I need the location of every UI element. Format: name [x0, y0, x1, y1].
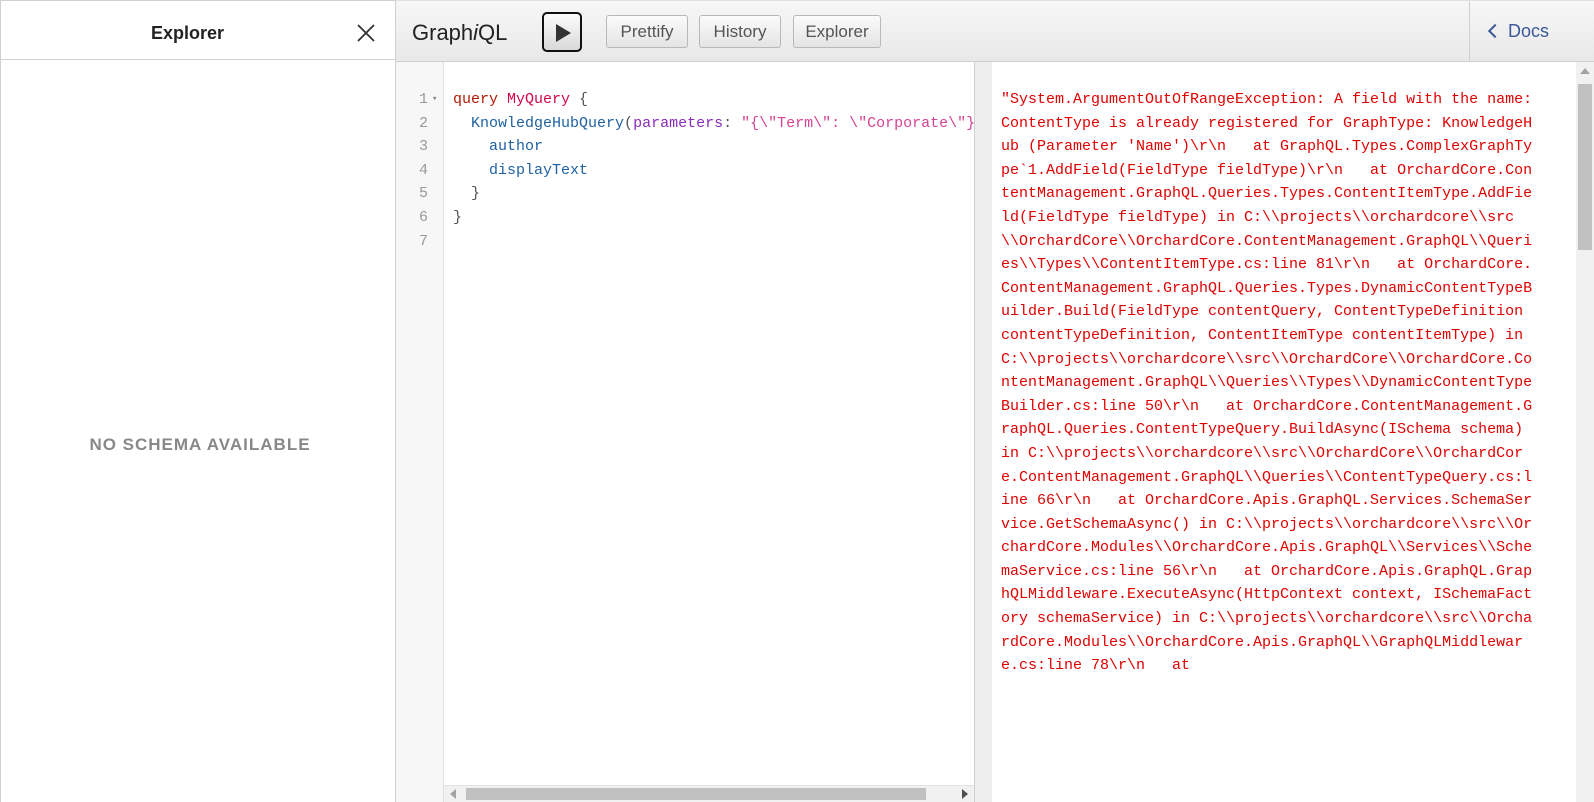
error-result-text: "System.ArgumentOutOfRangeException: A f…	[1001, 91, 1542, 675]
close-icon[interactable]	[356, 23, 378, 45]
chevron-left-icon	[1487, 23, 1503, 39]
query-editor[interactable]: 1 ▾ query MyQuery { 2 KnowledgeHubQuery(par…	[396, 62, 984, 802]
code-text: }	[453, 185, 481, 203]
line-number: 6	[418, 208, 428, 226]
line-number: 2	[418, 114, 428, 132]
line-number: 4	[418, 161, 428, 179]
graphiql-logo: GraphiQL	[412, 20, 508, 45]
explorer-button[interactable]: Explorer	[793, 15, 881, 48]
prettify-button[interactable]: Prettify	[606, 15, 688, 48]
scrollbar-thumb[interactable]	[1578, 84, 1592, 250]
code-text: query MyQuery {	[453, 91, 589, 108]
no-schema-message: NO SCHEMA AVAILABLE	[89, 435, 311, 454]
editor-result-divider[interactable]	[974, 62, 992, 802]
code-text: KnowledgeHubQuery(parameters: "{\"Term\"…	[471, 114, 985, 132]
code-text: displayText	[489, 161, 589, 179]
scrollbar-thumb[interactable]	[466, 788, 926, 800]
code-text: }	[453, 208, 463, 226]
editor-horizontal-scrollbar[interactable]	[444, 785, 974, 802]
graphiql-toolbar: GraphiQL Prettify History Explorer Docs	[396, 0, 1594, 62]
play-icon	[556, 24, 571, 42]
scroll-left-icon[interactable]	[450, 789, 456, 799]
result-pane: "System.ArgumentOutOfRangeException: A f…	[992, 62, 1594, 802]
line-number: 1	[418, 91, 428, 108]
explorer-header: Explorer	[1, 0, 395, 60]
result-vertical-scrollbar[interactable]	[1576, 62, 1594, 802]
code-text: author	[489, 138, 544, 156]
scroll-up-icon[interactable]	[1580, 68, 1590, 74]
line-number: 5	[418, 185, 428, 203]
docs-button[interactable]: Docs	[1487, 21, 1549, 42]
docs-area: Docs	[1469, 1, 1594, 61]
execute-query-button[interactable]	[542, 12, 582, 52]
line-number: 3	[418, 138, 428, 156]
explorer-title: Explorer	[151, 23, 225, 43]
line-number: 7	[418, 232, 428, 250]
fold-toggle-icon[interactable]: ▾	[432, 88, 437, 112]
explorer-panel: Explorer NO SCHEMA AVAILABLE	[0, 0, 396, 802]
scroll-right-icon[interactable]	[962, 789, 968, 799]
history-button[interactable]: History	[699, 15, 781, 48]
